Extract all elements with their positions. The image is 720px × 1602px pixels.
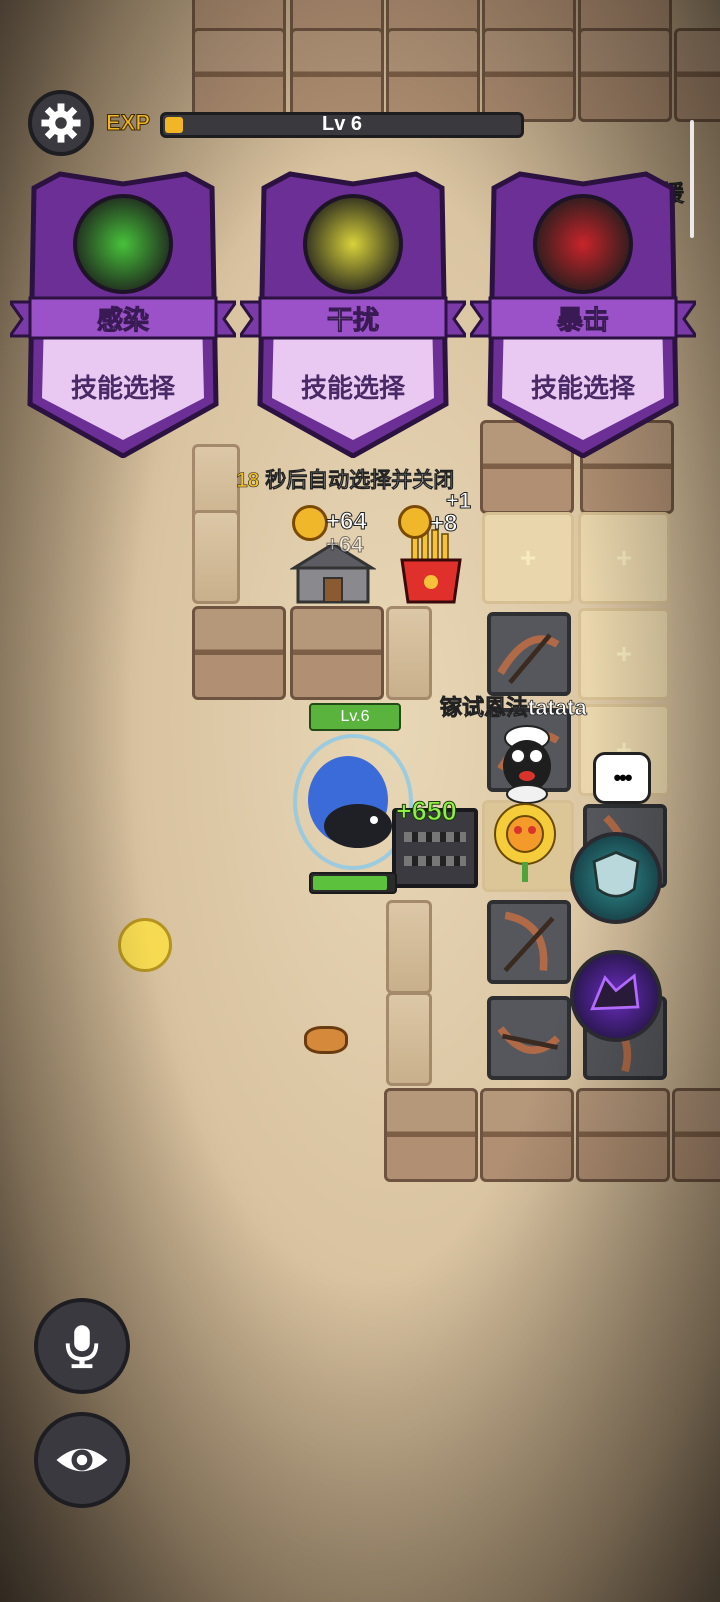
skill-select-label: 技能选择 (70, 373, 175, 403)
settings-button[interactable] (28, 90, 94, 156)
empty-slot[interactable]: + (578, 512, 670, 604)
heal-amount-text: +650 (396, 796, 458, 827)
hero-hp-bar (309, 872, 397, 894)
shield-skill-button[interactable] (570, 832, 662, 924)
skill-card-1[interactable]: 感染 技能选择 (10, 168, 236, 458)
player-name-label: 镓试恩法tatata (440, 695, 587, 721)
microphone-button[interactable] (34, 1298, 130, 1394)
rock-icon (304, 1026, 348, 1054)
sheep-character[interactable] (492, 718, 562, 804)
crossbow-icon (497, 1026, 561, 1054)
sheep-icon (503, 725, 551, 804)
skill-card-3[interactable]: 暴击 技能选择 (470, 168, 696, 458)
hero-hp-fill (313, 876, 387, 890)
eye-icon (56, 1448, 108, 1472)
scrollbar[interactable] (690, 120, 694, 238)
skill-name: 感染 (96, 305, 149, 336)
view-toggle-button[interactable] (34, 1412, 130, 1508)
crossbow-icon (497, 633, 560, 685)
gold-coin-icon (292, 505, 328, 541)
skill-select-label: 技能选择 (300, 373, 405, 403)
skill-name: 暴击 (556, 305, 609, 336)
empty-slot[interactable]: + (578, 608, 670, 700)
skill-card-2[interactable]: 干扰 技能选择 (240, 168, 466, 458)
level-text: Lv 6 (321, 113, 363, 135)
turret-crossbow-4[interactable] (487, 996, 571, 1080)
microphone-icon (65, 1325, 99, 1369)
auto-select-countdown: 18 秒后自动选择并关闭 (236, 464, 455, 494)
resource-gain-text: +8 (429, 510, 458, 538)
gear-icon (41, 103, 81, 143)
turret-crossbow-3[interactable] (487, 900, 571, 984)
gold-coin-icon (398, 505, 432, 539)
hero-level-tag: Lv.6 (309, 703, 401, 731)
exp-bar: Lv 6 (160, 112, 524, 138)
infection-icon (73, 194, 173, 294)
wolf-head-icon (590, 973, 640, 1011)
critical-hit-icon (533, 194, 633, 294)
wolf-skill-button[interactable] (570, 950, 662, 1042)
skill-select-label: 技能选择 (530, 373, 635, 403)
skill-name: 干扰 (326, 305, 379, 336)
sunflower-character[interactable] (488, 800, 562, 886)
turret-crossbow-1[interactable] (487, 612, 571, 696)
exp-label: EXP (105, 110, 151, 136)
crossbow-icon (503, 911, 555, 973)
shield-icon (592, 850, 640, 898)
chat-bubble[interactable]: ••• (593, 752, 651, 804)
sun-flower-icon (118, 918, 172, 972)
countdown-seconds: 18 (236, 469, 260, 493)
countdown-text: 秒后自动选择并关闭 (265, 469, 455, 493)
empty-slot[interactable]: + (482, 512, 574, 604)
gold-gain-text-fading: +64 (325, 532, 364, 558)
interference-icon (303, 194, 403, 294)
sunflower-icon (494, 803, 556, 882)
